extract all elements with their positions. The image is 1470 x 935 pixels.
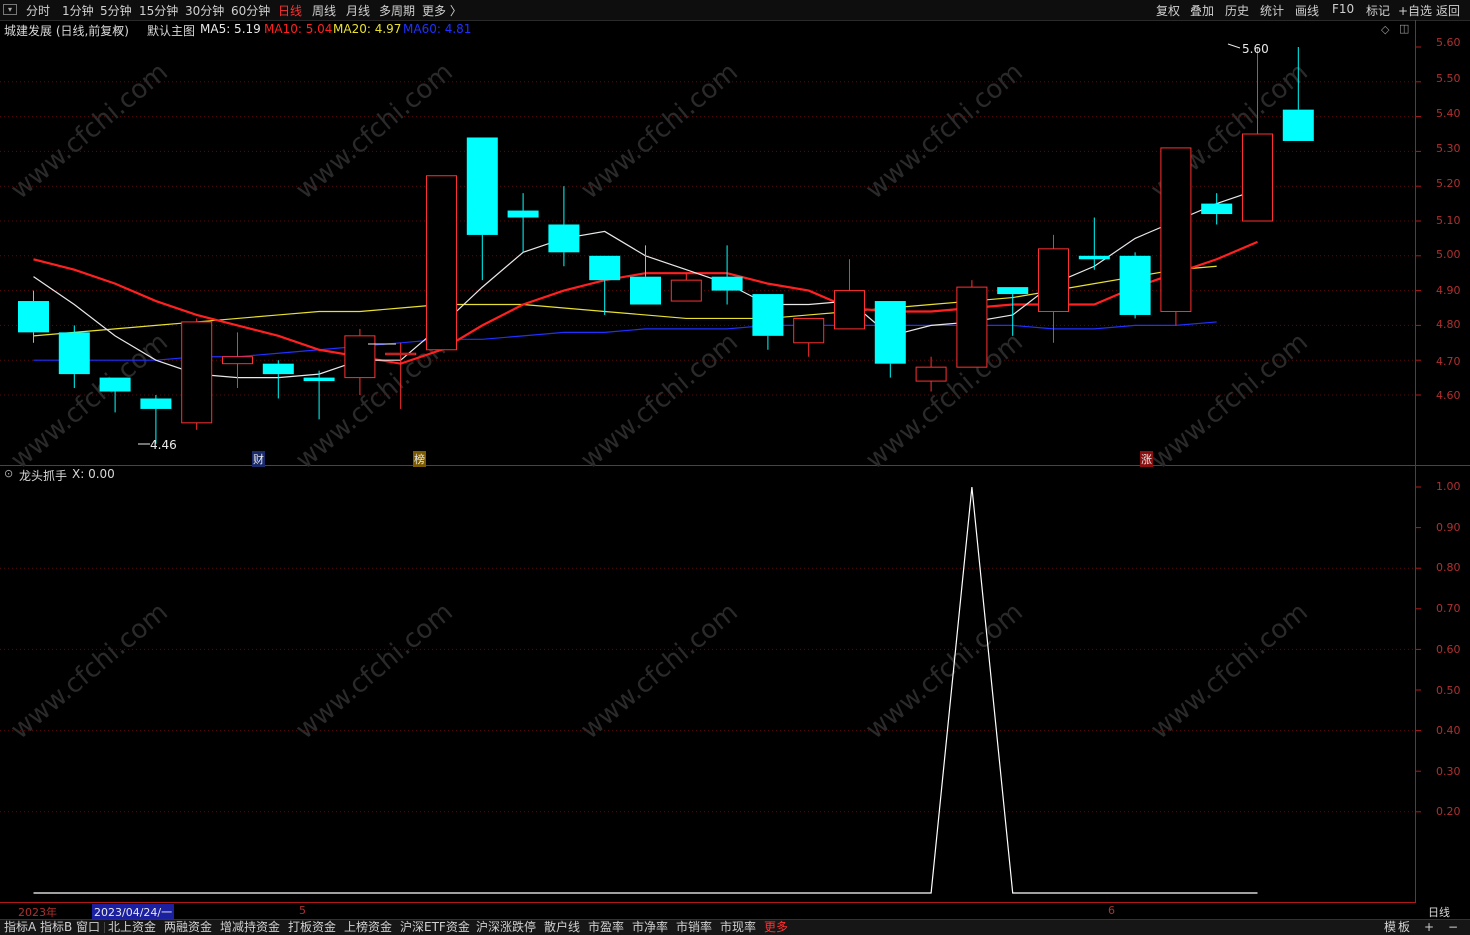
date-year: 2023年 <box>18 906 57 919</box>
candle-body <box>507 210 539 218</box>
watermark: www.cfchi.com <box>1145 597 1314 745</box>
candle-body <box>1119 255 1151 315</box>
indicator-tab-bar: 指标A 指标B 窗口 北上资金 两融资金 增减持资金 打板资金 上榜资金 沪深E… <box>0 919 1470 935</box>
tab-limit-funds[interactable]: 打板资金 <box>288 921 336 934</box>
tab-pb[interactable]: 市净率 <box>632 921 668 934</box>
tab-ps[interactable]: 市销率 <box>676 921 712 934</box>
zoom-out-button[interactable]: − <box>1448 921 1458 934</box>
candle-body <box>1160 147 1192 312</box>
tab-window[interactable]: 窗口 <box>76 921 100 934</box>
watermark: www.cfchi.com <box>575 327 744 475</box>
template-button-2[interactable]: 板 <box>1398 921 1410 934</box>
date-month: 6 <box>1108 904 1115 917</box>
tab-pe[interactable]: 市盈率 <box>588 921 624 934</box>
tab-divider <box>104 922 105 933</box>
template-button[interactable]: 模 <box>1384 921 1396 934</box>
candle-body <box>1038 248 1069 312</box>
candle-body <box>834 290 865 330</box>
watermark: www.cfchi.com <box>860 597 1029 745</box>
candle-body <box>630 276 661 305</box>
candle-body <box>140 398 172 409</box>
watermark: www.cfchi.com <box>5 597 174 745</box>
candle-body <box>385 352 417 356</box>
low-price-label: 4.46 <box>150 438 177 452</box>
candle-body <box>1201 203 1233 215</box>
watermark: www.cfchi.com <box>860 57 1029 205</box>
candle-body <box>793 317 825 344</box>
candle-body <box>997 287 1029 295</box>
watermark: www.cfchi.com <box>1145 327 1314 475</box>
tab-margin[interactable]: 两融资金 <box>164 921 212 934</box>
candle-body <box>181 321 213 424</box>
tab-etf-funds[interactable]: 沪深ETF资金 <box>400 921 470 934</box>
tab-northbound[interactable]: 北上资金 <box>108 921 156 934</box>
tab-more[interactable]: 更多 <box>764 921 788 934</box>
zoom-in-button[interactable]: + <box>1424 921 1434 934</box>
kline-chart[interactable]: www.cfchi.com www.cfchi.com www.cfchi.com w… <box>0 0 1470 934</box>
candle-body <box>58 332 90 375</box>
tab-indicator-a[interactable]: 指标A <box>4 921 36 934</box>
candle-body <box>222 356 253 365</box>
candle-body <box>99 377 131 392</box>
candle-body <box>956 286 988 368</box>
candle-body <box>548 224 580 253</box>
candle-body <box>711 276 743 291</box>
candle-body <box>466 137 498 235</box>
high-price-label: 5.60 <box>1242 42 1269 56</box>
watermark: www.cfchi.com <box>5 57 174 205</box>
marker-limit-up[interactable]: 涨 <box>1140 451 1153 467</box>
tab-indicator-b[interactable]: 指标B <box>40 921 72 934</box>
high-pointer <box>1227 43 1241 49</box>
candle-body <box>752 294 784 336</box>
candle-body <box>1282 109 1314 141</box>
candle-body <box>18 301 49 333</box>
watermark: www.cfchi.com <box>290 597 459 745</box>
candle-body <box>874 301 906 364</box>
candle-body <box>670 279 702 302</box>
watermark: www.cfchi.com <box>575 597 744 745</box>
watermark: www.cfchi.com <box>575 57 744 205</box>
tab-retail-line[interactable]: 散户线 <box>544 921 580 934</box>
candle-body <box>1242 133 1273 222</box>
marker-financial[interactable]: 财 <box>252 451 265 467</box>
candle-body <box>262 363 294 375</box>
tab-limit-updown[interactable]: 沪深涨跌停 <box>476 921 536 934</box>
candle-body <box>303 377 335 382</box>
candle-body <box>915 366 947 382</box>
tab-holding-change[interactable]: 增减持资金 <box>220 921 280 934</box>
period-label: 日线 <box>1428 906 1450 919</box>
date-month: 5 <box>299 904 306 917</box>
tab-pcf[interactable]: 市现率 <box>720 921 756 934</box>
cursor-date: 2023/04/24/一 <box>92 904 175 920</box>
candle-body <box>589 255 621 281</box>
tab-list-funds[interactable]: 上榜资金 <box>344 921 392 934</box>
marker-list[interactable]: 榜 <box>413 451 426 467</box>
candle-body <box>426 175 457 351</box>
candle-body <box>1078 255 1110 260</box>
candle-body <box>344 335 376 379</box>
